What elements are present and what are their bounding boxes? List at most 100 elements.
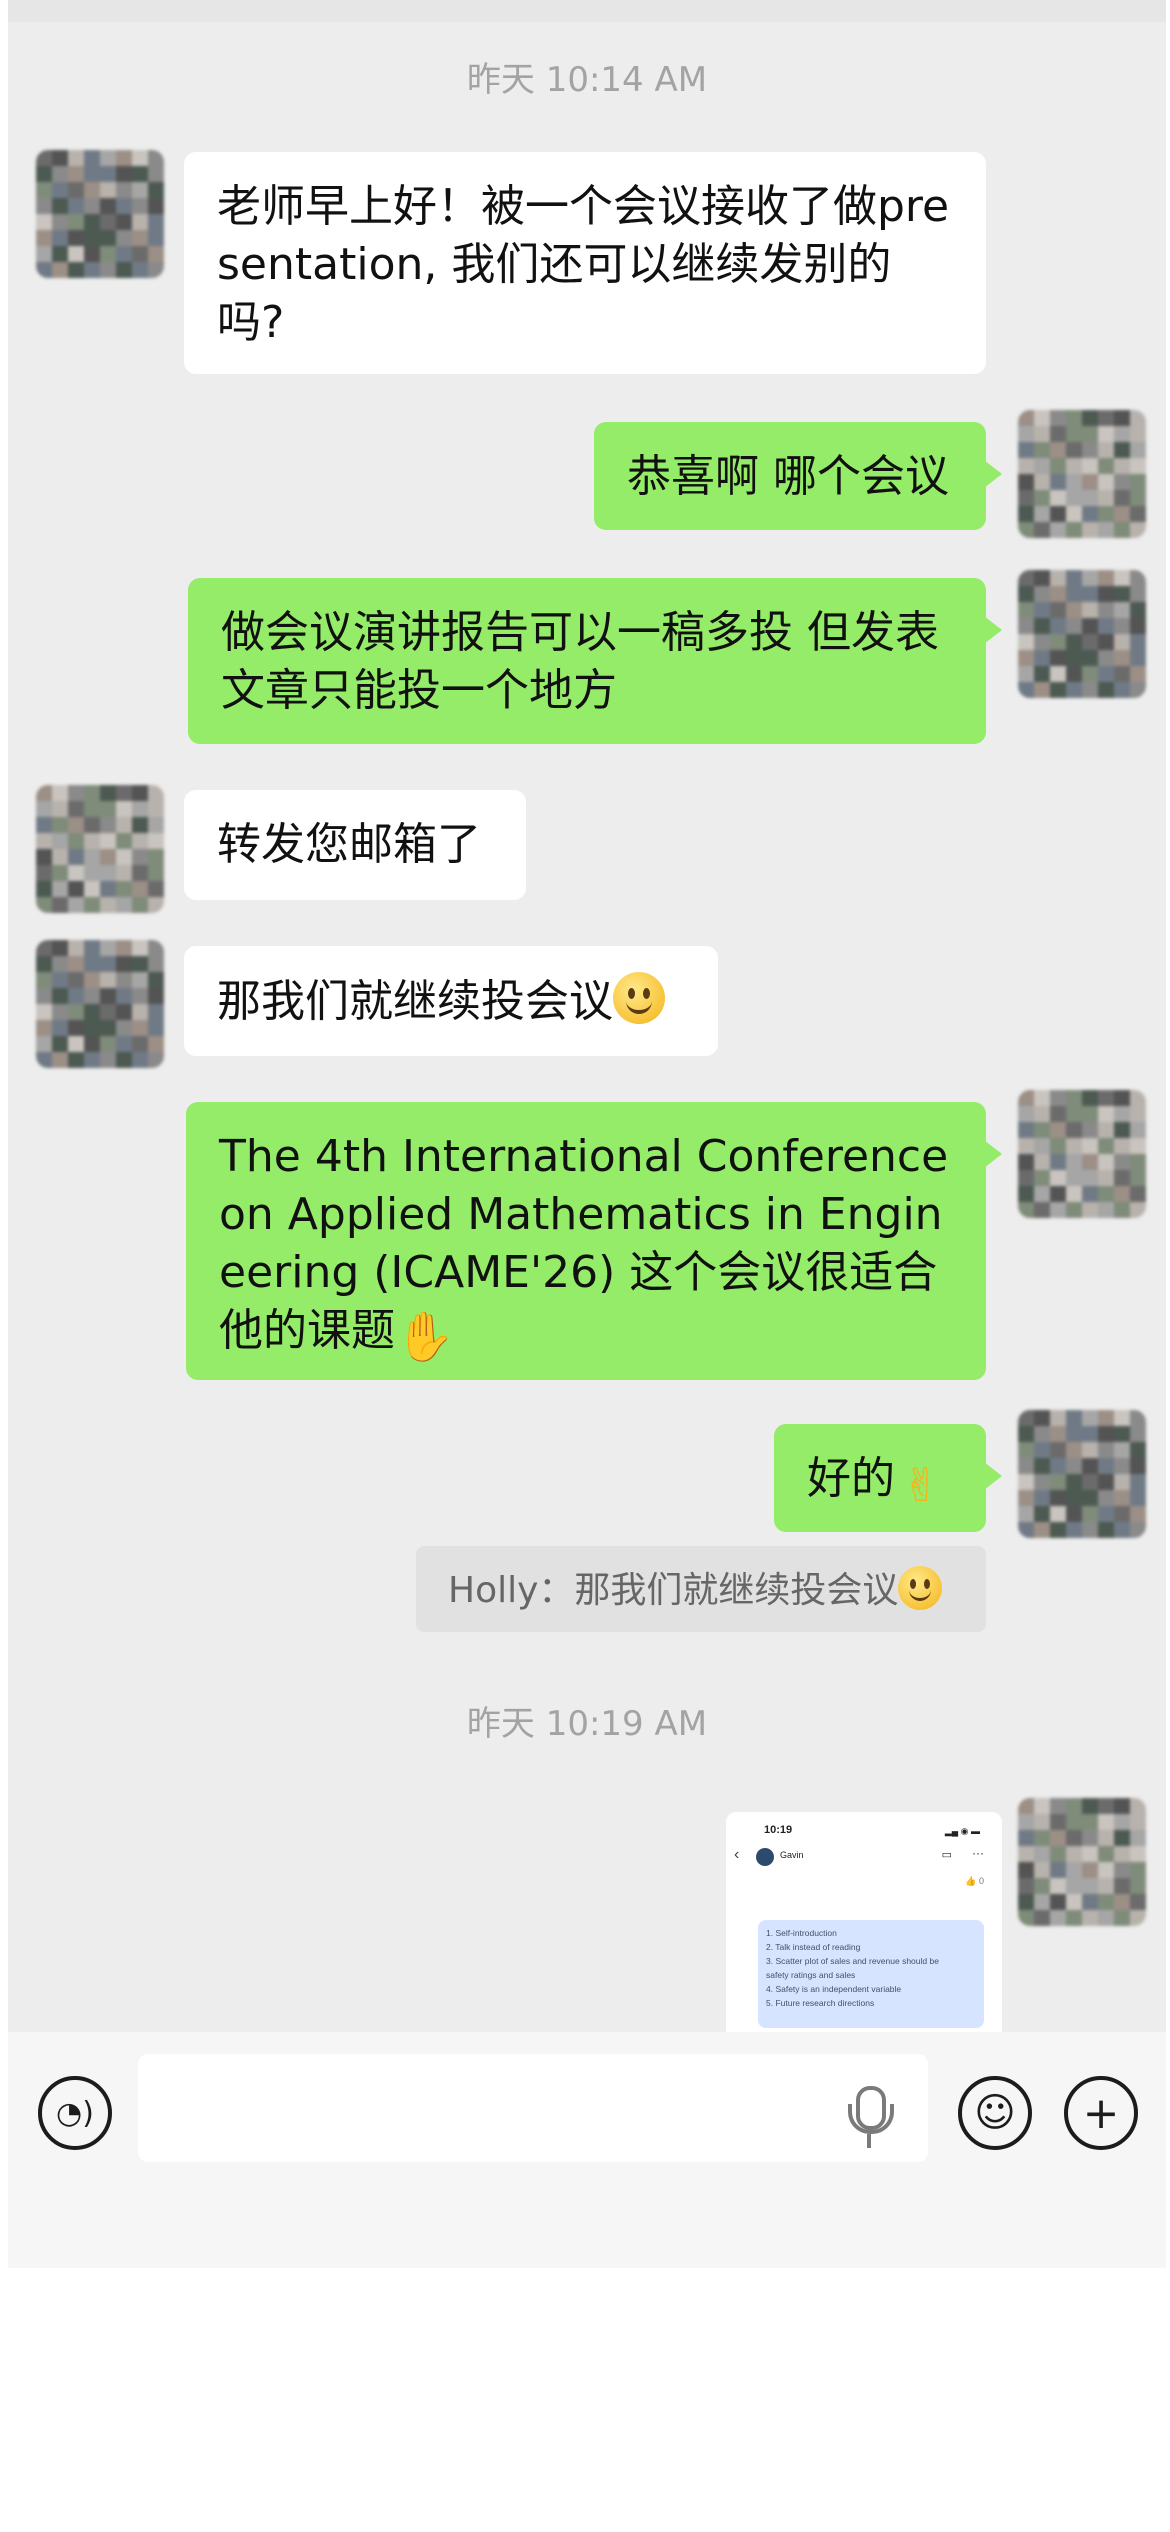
contact-avatar[interactable]	[36, 940, 164, 1068]
avatar-pixel	[116, 166, 132, 182]
avatar-pixel	[1114, 682, 1130, 698]
avatar-pixel	[148, 166, 164, 182]
avatar-pixel	[84, 897, 100, 913]
avatar-pixel	[36, 897, 52, 913]
emoji-icon[interactable]: ☺	[958, 2076, 1032, 2150]
avatar-pixel	[132, 897, 148, 913]
message-input[interactable]	[138, 2054, 928, 2162]
avatar-pixel	[1130, 1442, 1146, 1458]
my-avatar[interactable]	[1018, 570, 1146, 698]
avatar-pixel	[1130, 1122, 1146, 1138]
avatar-pixel	[1034, 458, 1050, 474]
avatar-pixel	[1066, 1154, 1082, 1170]
message-bubble-outgoing[interactable]: 做会议演讲报告可以一稿多投 但发表文章只能投一个地方	[188, 578, 1002, 744]
avatar-pixel	[1018, 1846, 1034, 1862]
my-avatar[interactable]	[1018, 410, 1146, 538]
avatar-pixel	[1018, 410, 1034, 426]
avatar-pixel	[100, 182, 116, 198]
avatar-pixel	[68, 865, 84, 881]
voice-icon[interactable]: ◔)	[38, 2076, 112, 2150]
avatar-pixel	[1114, 666, 1130, 682]
message-bubble-incoming[interactable]: 转发您邮箱了	[184, 790, 526, 900]
avatar-pixel	[1034, 1474, 1050, 1490]
avatar-pixel	[1082, 410, 1098, 426]
avatar-pixel	[1066, 618, 1082, 634]
avatar-pixel	[116, 865, 132, 881]
microphone-icon[interactable]	[848, 2086, 894, 2148]
avatar-pixel	[1018, 1106, 1034, 1122]
avatar-pixel	[1066, 1878, 1082, 1894]
avatar-pixel	[68, 182, 84, 198]
avatar-pixel	[116, 940, 132, 956]
avatar-pixel	[36, 865, 52, 881]
avatar-pixel	[1130, 1910, 1146, 1926]
avatar-pixel	[1114, 1410, 1130, 1426]
avatar-pixel	[36, 972, 52, 988]
message-bubble-incoming[interactable]: 那我们就继续投会议	[184, 946, 718, 1056]
avatar-pixel	[1130, 1090, 1146, 1106]
message-text: 转发您邮箱了	[217, 819, 481, 870]
avatar-pixel	[100, 956, 116, 972]
my-avatar[interactable]	[1018, 1798, 1146, 1926]
avatar-pixel	[116, 246, 132, 262]
quoted-reply[interactable]: Holly：那我们就继续投会议	[416, 1546, 986, 1632]
avatar-pixel	[1082, 1106, 1098, 1122]
avatar-pixel	[52, 956, 68, 972]
avatar-pixel	[84, 940, 100, 956]
avatar-pixel	[1114, 1474, 1130, 1490]
avatar-pixel	[100, 230, 116, 246]
avatar-pixel	[1098, 458, 1114, 474]
avatar-pixel	[1050, 458, 1066, 474]
avatar-pixel	[100, 1004, 116, 1020]
avatar-pixel	[100, 817, 116, 833]
message-bubble-incoming[interactable]: 老师早上好！被一个会议接收了做presentation, 我们还可以继续发别的吗…	[184, 152, 986, 374]
avatar-pixel	[1082, 1410, 1098, 1426]
avatar-pixel	[36, 1052, 52, 1068]
avatar-pixel	[84, 817, 100, 833]
avatar-pixel	[52, 785, 68, 801]
avatar-pixel	[1034, 1830, 1050, 1846]
more-icon: ···	[972, 1846, 984, 1860]
avatar-pixel	[1098, 1138, 1114, 1154]
avatar-pixel	[1018, 1878, 1034, 1894]
message-bubble-outgoing[interactable]: The 4th International Conference on Appl…	[186, 1102, 1002, 1380]
avatar-pixel	[84, 262, 100, 278]
avatar-pixel	[1066, 442, 1082, 458]
contact-avatar[interactable]	[36, 785, 164, 913]
avatar-pixel	[116, 1052, 132, 1068]
avatar-pixel	[1066, 1814, 1082, 1830]
avatar-pixel	[1034, 522, 1050, 538]
avatar-pixel	[1130, 1458, 1146, 1474]
image-message[interactable]: 10:19 ▂▄ ◉ ▬ ‹ Gavin ▭ ··· 👍 0 1. Self-i…	[726, 1812, 1002, 2032]
message-bubble-outgoing[interactable]: 恭喜啊 哪个会议	[594, 422, 1002, 530]
plus-icon[interactable]: +	[1064, 2076, 1138, 2150]
message-text: 老师早上好！被一个会议接收了做presentation, 我们还可以继续发别的吗…	[217, 181, 950, 348]
avatar-pixel	[1130, 1474, 1146, 1490]
avatar-pixel	[1018, 586, 1034, 602]
avatar-pixel	[1114, 618, 1130, 634]
avatar-pixel	[1114, 1186, 1130, 1202]
contact-avatar[interactable]	[36, 150, 164, 278]
avatar-pixel	[1018, 666, 1034, 682]
my-avatar[interactable]	[1018, 1090, 1146, 1218]
message-bubble-outgoing[interactable]: 好的 ✌	[774, 1424, 1002, 1532]
avatar-pixel	[116, 956, 132, 972]
avatar-pixel	[1130, 1798, 1146, 1814]
avatar-pixel	[1114, 586, 1130, 602]
avatar-pixel	[1098, 1458, 1114, 1474]
avatar-pixel	[1098, 490, 1114, 506]
avatar-pixel	[1082, 426, 1098, 442]
my-avatar[interactable]	[1018, 1410, 1146, 1538]
avatar-pixel	[148, 1052, 164, 1068]
avatar-pixel	[1114, 506, 1130, 522]
avatar-pixel	[1130, 1426, 1146, 1442]
avatar-pixel	[1066, 1426, 1082, 1442]
avatar-pixel	[1082, 1506, 1098, 1522]
avatar-pixel	[1050, 1474, 1066, 1490]
avatar-pixel	[1082, 650, 1098, 666]
avatar-pixel	[1098, 1202, 1114, 1218]
avatar-pixel	[116, 1036, 132, 1052]
avatar-pixel	[1082, 1122, 1098, 1138]
avatar-pixel	[1130, 586, 1146, 602]
avatar-pixel	[1050, 1442, 1066, 1458]
